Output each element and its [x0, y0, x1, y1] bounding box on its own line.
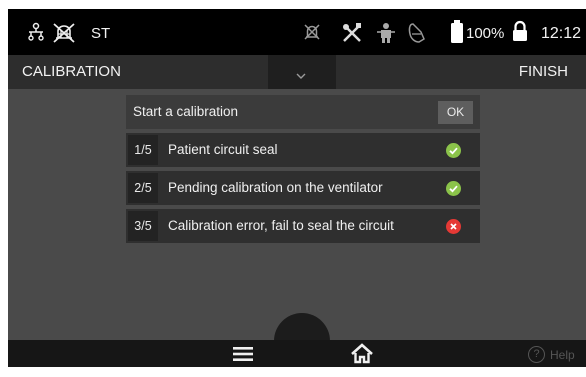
calibration-step-3: 3/5 Calibration error, fail to seal the … [126, 209, 480, 243]
finish-button[interactable]: FINISH [519, 55, 568, 89]
ventilator-screen: ST 100% 12:12 CALIBRATION FINISH Start a… [8, 9, 586, 367]
home-icon[interactable] [350, 343, 374, 364]
battery-level: 100% [466, 25, 505, 42]
check-circle-icon [446, 143, 461, 158]
step-label: Patient circuit seal [168, 142, 278, 157]
status-bar: ST 100% 12:12 [8, 9, 586, 55]
calibration-header-label: Start a calibration [133, 104, 239, 119]
question-circle-icon: ? [528, 346, 545, 364]
mode-label: ST [91, 25, 111, 42]
clock: 12:12 [541, 25, 582, 42]
bottom-bar [8, 340, 586, 367]
step-label: Calibration error, fail to seal the circ… [168, 218, 394, 233]
step-number: 2/5 [128, 173, 158, 203]
title-right-area: FINISH [336, 55, 586, 89]
calibration-step-2: 2/5 Pending calibration on the ventilato… [126, 171, 480, 205]
help-button[interactable]: ? Help [528, 345, 575, 364]
lock-icon[interactable] [512, 20, 528, 47]
chevron-down-icon [295, 67, 307, 85]
battery-icon [450, 20, 464, 49]
expand-button[interactable] [268, 55, 336, 89]
ok-button[interactable]: OK [438, 101, 473, 124]
tools-icon[interactable] [341, 22, 363, 49]
alarm-silenced-icon [52, 22, 76, 49]
patient-circuit-icon [26, 22, 46, 47]
calibration-step-1: 1/5 Patient circuit seal [126, 133, 480, 167]
mask-icon [407, 22, 427, 49]
alarm-off-icon [302, 22, 322, 47]
page-title: CALIBRATION [8, 55, 268, 89]
hamburger-menu-icon[interactable] [233, 346, 253, 362]
step-label: Pending calibration on the ventilator [168, 180, 383, 195]
calibration-header: Start a calibration OK [126, 95, 480, 129]
patient-icon [376, 22, 396, 49]
title-bar: CALIBRATION FINISH [8, 55, 586, 89]
help-label: Help [550, 347, 575, 362]
check-circle-icon [446, 181, 461, 196]
error-circle-icon [446, 219, 461, 234]
step-number: 1/5 [128, 135, 158, 165]
step-number: 3/5 [128, 211, 158, 241]
